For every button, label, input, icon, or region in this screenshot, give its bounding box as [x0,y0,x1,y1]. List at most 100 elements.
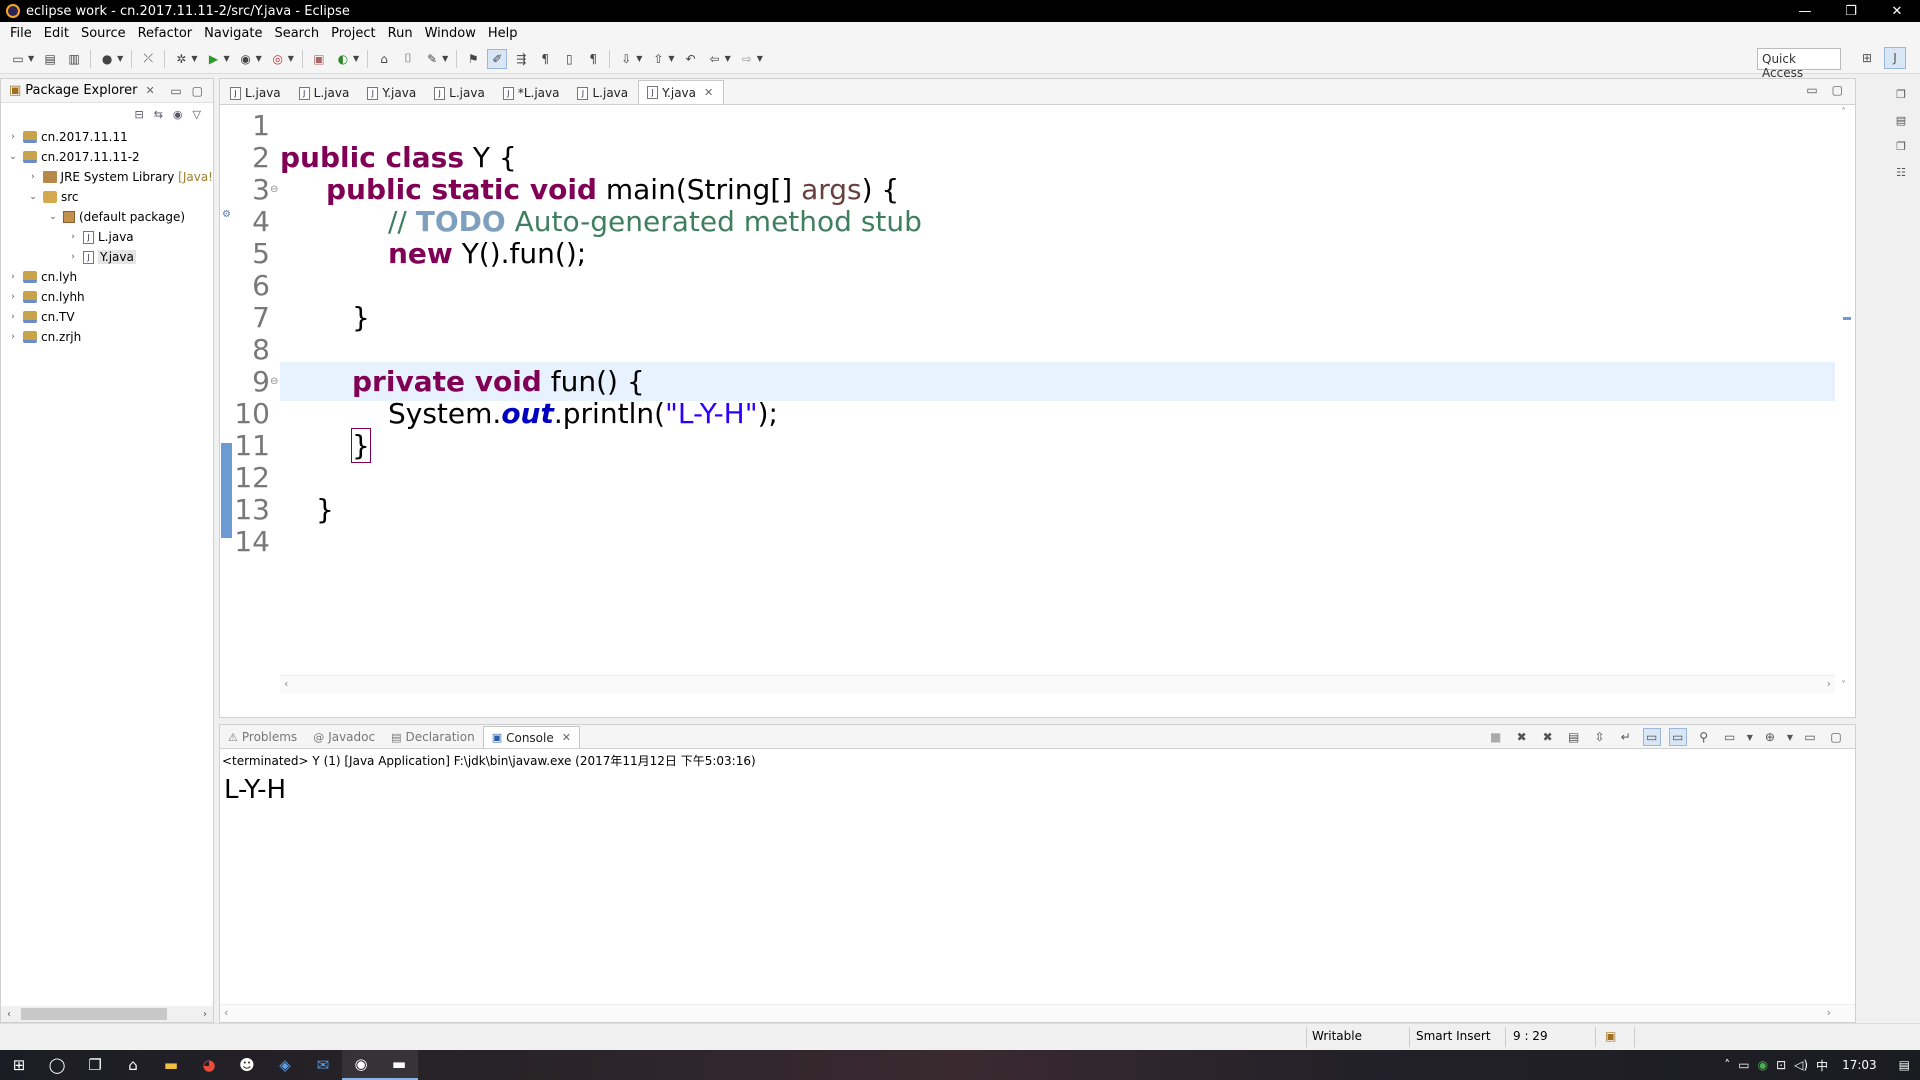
menu-run[interactable]: Run [382,26,419,41]
new-java-package-icon[interactable]: ▣ [309,49,329,69]
focus-icon[interactable]: ◉ [173,108,183,121]
scroll-lock-icon[interactable]: ⇳ [1591,728,1609,746]
chevron-down-icon[interactable]: ⌄ [27,192,39,202]
save-all-icon[interactable]: ▥ [64,49,84,69]
chevron-up-icon[interactable]: ˄ [1841,107,1846,118]
minimize-icon[interactable]: ▭ [170,84,181,98]
toggle-breadcrumb-icon[interactable]: ⚑ [463,49,483,69]
show-whitespace-icon[interactable]: ¶ [535,49,555,69]
show-on-stderr-icon[interactable]: ▭ [1668,728,1687,746]
chevron-down-icon[interactable]: ▼ [1787,733,1793,742]
editor-tab[interactable]: J L.java [569,82,638,104]
editor-tab[interactable]: J L.java [222,82,291,104]
profile-icon[interactable]: ● [97,49,117,69]
menu-help[interactable]: Help [482,26,524,41]
skip-breakpoints-icon[interactable]: ⤫ [138,49,158,69]
editor-tab-active[interactable]: J Y.java ✕ [638,80,725,104]
chevron-right-icon[interactable]: › [67,252,79,262]
next-annotation-icon[interactable]: ⇩ [616,49,636,69]
chevron-right-icon[interactable]: › [1827,677,1831,690]
menu-navigate[interactable]: Navigate [198,26,268,41]
security-icon[interactable]: ◉ [1758,1058,1768,1072]
tree-item[interactable]: ⌄ src [7,187,213,207]
qq-icon[interactable]: ☻ [228,1050,266,1080]
close-icon[interactable]: ✕ [562,731,571,744]
chevron-down-icon[interactable]: ▼ [117,54,123,63]
close-button[interactable]: ✕ [1874,0,1920,22]
last-edit-location-icon[interactable]: ↶ [681,49,701,69]
restore-icon[interactable]: ❐ [1893,140,1909,156]
tree-item[interactable]: › cn.TV [7,307,213,327]
open-task-icon[interactable]: ⌷ [398,49,418,69]
tree-item[interactable]: ⌄ cn.2017.11.11-2 [7,147,213,167]
store-icon[interactable]: ⌂ [114,1050,152,1080]
status-cursor-position[interactable]: 9 : 29 [1513,1029,1548,1043]
pin-console-icon[interactable]: ⚲ [1695,728,1713,746]
previous-annotation-icon[interactable]: ⇧ [648,49,668,69]
editor-tab[interactable]: J L.java [291,82,360,104]
chevron-right-icon[interactable]: › [27,172,39,182]
taskbar-clock[interactable]: 17:03 [1842,1058,1877,1072]
chevron-up-icon[interactable]: ˄ [1724,1058,1730,1072]
run-icon[interactable]: ▶ [203,49,223,69]
back-icon[interactable]: ⇦ [705,49,725,69]
chevron-left-icon[interactable]: ‹ [284,677,288,690]
coverage-icon[interactable]: ◉ [236,49,256,69]
debug-icon[interactable]: ✲ [171,49,191,69]
link-with-editor-icon[interactable]: ⇆ [154,108,163,121]
maximize-icon[interactable]: ▢ [1827,728,1845,746]
clear-console-icon[interactable]: ▤ [1565,728,1583,746]
fold-icon[interactable]: ⊖ [270,184,278,195]
code-area[interactable]: ⚙ 1 2 public class Y { 3 ⊖ public static … [220,105,1835,693]
scrollbar-thumb[interactable] [21,1008,167,1020]
eclipse-taskbar-icon[interactable]: ◉ [342,1050,380,1080]
chevron-down-icon[interactable]: ▼ [28,54,34,63]
chevron-down-icon[interactable]: ⌄ [7,152,19,162]
editor-tab[interactable]: J *L.java [495,82,570,104]
chevron-right-icon[interactable]: › [7,132,19,142]
menu-refactor[interactable]: Refactor [132,26,199,41]
view-menu-icon[interactable]: ▽ [193,108,201,121]
menu-edit[interactable]: Edit [38,26,75,41]
tree-item[interactable]: › J Y.java [7,247,213,267]
chevron-down-icon[interactable]: ˅ [1841,680,1846,691]
tree-item[interactable]: › cn.lyhh [7,287,213,307]
chevron-left-icon[interactable]: ‹ [224,1006,228,1019]
cortana-icon[interactable]: ◯ [38,1050,76,1080]
volume-icon[interactable]: ◁) [1794,1058,1808,1072]
collapse-all-icon[interactable]: ⊟ [134,108,143,121]
file-explorer-icon[interactable]: ▬ [152,1050,190,1080]
new-icon[interactable]: ▭ [8,49,28,69]
horizontal-scrollbar[interactable]: ‹ › [280,675,1835,693]
editor-tab[interactable]: J Y.java [359,82,426,104]
progress-icon[interactable]: ▣ [1605,1029,1616,1043]
tree-item[interactable]: › cn.2017.11.11 [7,127,213,147]
remove-all-terminated-icon[interactable]: ✖ [1539,728,1557,746]
outline-icon[interactable]: ☷ [1893,166,1909,182]
minimize-button[interactable]: — [1782,0,1828,22]
pilcrow-icon[interactable]: ¶ [583,49,603,69]
maximize-icon[interactable]: ▢ [192,84,203,98]
mail-icon[interactable]: ✉ [304,1050,342,1080]
chevron-down-icon[interactable]: ▼ [636,54,642,63]
horizontal-scrollbar[interactable]: ‹ › [1,1006,213,1022]
word-wrap-icon[interactable]: ↵ [1617,728,1635,746]
tree-item[interactable]: › cn.zrjh [7,327,213,347]
close-icon[interactable]: ✕ [704,86,713,99]
tree-item[interactable]: › JRE System Library [Java! [7,167,213,187]
menu-search[interactable]: Search [268,26,325,41]
app-icon[interactable]: ◈ [266,1050,304,1080]
chevron-right-icon[interactable]: › [7,292,19,302]
chevron-down-icon[interactable]: ▼ [353,54,359,63]
minimize-icon[interactable]: ▭ [1801,728,1819,746]
chevron-left-icon[interactable]: ‹ [7,1009,11,1020]
java-perspective-icon[interactable]: J [1884,47,1906,69]
close-icon[interactable]: ✕ [145,84,154,97]
vertical-scrollbar[interactable]: ˄ ˅ [1835,105,1855,693]
chevron-down-icon[interactable]: ▼ [1747,733,1753,742]
new-java-class-icon[interactable]: ◐ [333,49,353,69]
chevron-down-icon[interactable]: ▼ [191,54,197,63]
task-list-icon[interactable]: ▤ [1893,114,1909,130]
chevron-down-icon[interactable]: ▼ [668,54,674,63]
menu-window[interactable]: Window [419,26,482,41]
